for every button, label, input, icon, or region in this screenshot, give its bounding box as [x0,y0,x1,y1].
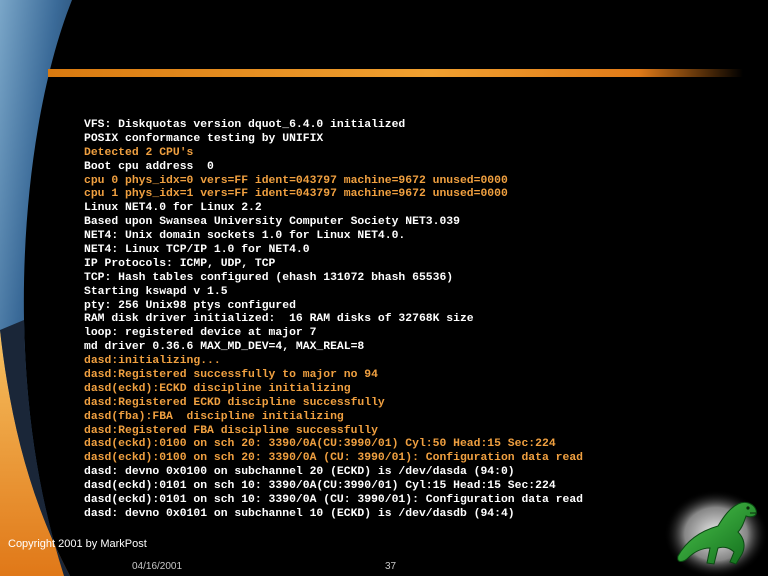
console-line: Based upon Swansea University Computer S… [84,216,460,229]
console-line: dasd:Registered FBA discipline successfu… [84,424,378,437]
console-line: POSIX conformance testing by UNIFIX [84,132,324,145]
console-line: TCP: Hash tables configured (ehash 13107… [84,271,454,284]
slide-date: 04/16/2001 [132,561,183,572]
boot-log-console: VFS: Diskquotas version dquot_6.4.0 init… [84,119,684,522]
console-line: Starting kswapd v 1.5 [84,285,228,298]
console-line: dasd: devno 0x0100 on subchannel 20 (ECK… [84,466,515,479]
console-line: dasd:Registered successfully to major no… [84,369,378,382]
console-line: dasd(eckd):0100 on sch 20: 3390/0A (CU: … [84,452,583,465]
console-line: NET4: Unix domain sockets 1.0 for Linux … [84,230,406,243]
console-line: loop: registered device at major 7 [84,327,317,340]
presentation-slide: VFS: Diskquotas version dquot_6.4.0 init… [0,0,768,576]
console-line: VFS: Diskquotas version dquot_6.4.0 init… [84,119,406,131]
console-line: dasd(eckd):0101 on sch 10: 3390/0A(CU:39… [84,480,556,493]
console-line: cpu 1 phys_idx=1 vers=FF ident=043797 ma… [84,188,508,201]
console-line: dasd: devno 0x0101 on subchannel 10 (ECK… [84,507,515,520]
copyright-footer: Copyright 2001 by MarkPost [8,538,147,550]
slide-page-number: 37 [385,561,397,572]
console-line: dasd(eckd):0101 on sch 10: 3390/0A (CU: … [84,494,583,507]
console-line: dasd:Registered ECKD discipline successf… [84,396,385,409]
console-line: Boot cpu address 0 [84,160,214,173]
console-line: RAM disk driver initialized: 16 RAM disk… [84,313,474,326]
console-line: cpu 0 phys_idx=0 vers=FF ident=043797 ma… [84,174,508,187]
console-line: dasd:initializing... [84,355,221,368]
console-line: NET4: Linux TCP/IP 1.0 for NET4.0 [84,244,310,257]
orange-header-bar [48,69,743,77]
console-line: md driver 0.36.6 MAX_MD_DEV=4, MAX_REAL=… [84,341,365,354]
console-line: IP Protocols: ICMP, UDP, TCP [84,257,276,270]
green-dinosaur-icon [664,490,768,576]
console-line: dasd(eckd):0100 on sch 20: 3390/0A(CU:39… [84,438,556,451]
console-line: dasd(fba):FBA discipline initializing [84,410,344,423]
console-line: Detected 2 CPU's [84,146,194,159]
console-line: dasd(eckd):ECKD discipline initializing [84,382,351,395]
console-line: Linux NET4.0 for Linux 2.2 [84,202,262,215]
console-line: pty: 256 Unix98 ptys configured [84,299,296,312]
